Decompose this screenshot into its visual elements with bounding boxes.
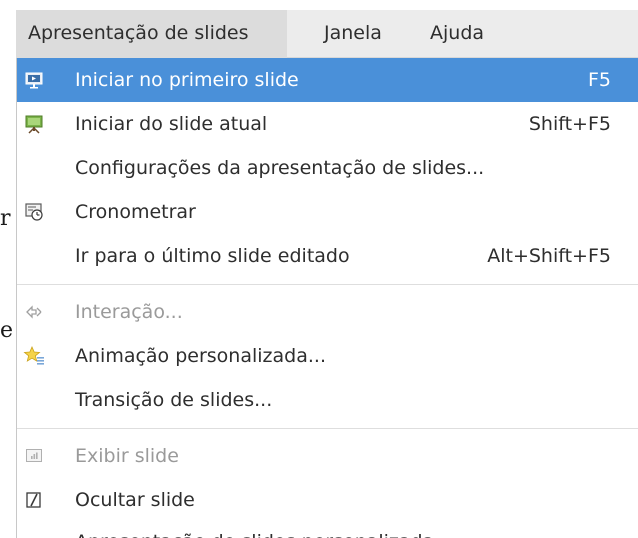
menu-item-label: Transição de slides... [75,389,273,411]
menu-item-label: Interação... [75,301,183,323]
menu-item-label: Iniciar do slide atual [75,113,268,135]
start-current-slide-icon [23,113,45,135]
menu-item-label: Exibir slide [75,445,179,467]
menu-item-label: Iniciar no primeiro slide [75,69,299,91]
menubar-slideshow[interactable]: Apresentação de slides [16,10,287,58]
menu-item-interaction[interactable]: Interação... [17,290,638,334]
custom-animation-icon [23,345,45,367]
menu-item-label: Animação personalizada... [75,345,326,367]
menu-item-shortcut: Shift+F5 [528,113,611,135]
menu-item-start-first-slide[interactable]: Iniciar no primeiro slide F5 [17,58,638,102]
menu-item-shortcut: F5 [587,69,611,91]
start-presentation-icon [23,69,45,91]
menu-item-slide-transition[interactable]: Transição de slides... [17,378,638,422]
menu-separator [17,428,638,429]
menubar-window[interactable]: Janela [324,10,382,58]
screen: r e Apresentação de slides Janela Ajuda … [0,0,638,538]
menu-item-label: Cronometrar [75,201,196,223]
menu-item-label: Ir para o último slide editado [75,245,350,267]
menu-item-shortcut: Alt+Shift+F5 [487,245,611,267]
menubar: Apresentação de slides Janela Ajuda [16,10,638,58]
menu-item-label: Configurações da apresentação de slides.… [75,157,485,179]
menu-item-rehearse-timings[interactable]: Cronometrar [17,190,638,234]
stopwatch-icon [23,201,45,223]
menu-separator [17,284,638,285]
show-slide-icon [23,445,45,467]
interaction-icon [23,301,45,323]
menu-item-hide-slide[interactable]: Ocultar slide [17,478,638,522]
menu-item-label: Apresentação de slides personalizada... [75,520,452,538]
menu-item-custom-animation[interactable]: Animação personalizada... [17,334,638,378]
menu-item-start-current-slide[interactable]: Iniciar do slide atual Shift+F5 [17,102,638,146]
menu-item-slideshow-settings[interactable]: Configurações da apresentação de slides.… [17,146,638,190]
document-text-fragment: e [0,318,14,343]
menu-item-label: Ocultar slide [75,489,195,511]
menubar-help[interactable]: Ajuda [430,10,484,58]
menu-item-show-slide[interactable]: Exibir slide [17,434,638,478]
menu-item-custom-slideshow[interactable]: Apresentação de slides personalizada... [17,520,638,538]
hide-slide-icon [23,489,45,511]
menu-item-go-to-last-edited-slide[interactable]: Ir para o último slide editado Alt+Shift… [17,234,638,278]
document-text-fragment: r [0,206,11,231]
slideshow-dropdown-menu: Iniciar no primeiro slide F5 Iniciar do … [16,58,638,538]
